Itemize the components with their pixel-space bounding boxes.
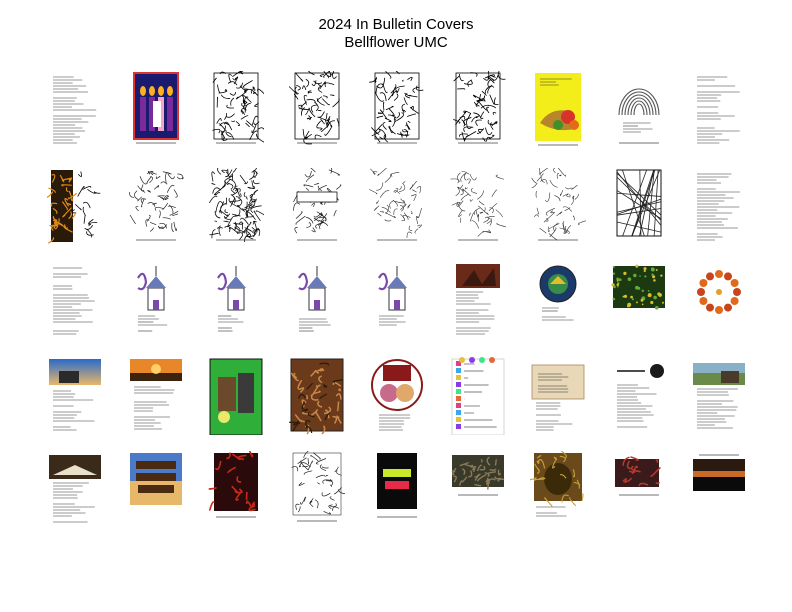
cover-thumbnail-image: [130, 453, 182, 505]
cover-thumbnail-image: [137, 266, 168, 332]
cover-thumbnail-image: [289, 358, 344, 435]
covers-grid: [0, 0, 792, 612]
bulletin-cover-34: [530, 357, 586, 435]
bulletin-cover-22: [289, 262, 345, 340]
cover-thumbnail-image: [531, 364, 585, 431]
bulletin-cover-18: [691, 168, 747, 246]
cover-thumbnail-image: [209, 168, 264, 243]
bulletin-cover-24: [450, 262, 506, 340]
bulletin-cover-25: [530, 262, 586, 340]
bulletin-cover-4: [289, 71, 345, 149]
cover-thumbnail-image: [451, 357, 505, 435]
bulletin-cover-10: [47, 168, 103, 246]
cover-thumbnail-image: [209, 358, 263, 435]
cover-thumbnail-image: [291, 451, 345, 522]
bulletin-cover-40: [289, 451, 345, 529]
bulletin-cover-12: [208, 168, 264, 246]
cover-thumbnail-image: [129, 170, 184, 241]
bulletin-cover-26: [611, 262, 667, 340]
bulletin-cover-31: [289, 357, 345, 435]
cover-thumbnail-image: [130, 359, 182, 430]
cover-thumbnail-image: [53, 267, 95, 335]
bulletin-cover-21: [208, 262, 264, 340]
cover-thumbnail-image: [693, 363, 745, 429]
bulletin-cover-9: [691, 71, 747, 149]
cover-thumbnail-image: [217, 266, 246, 332]
bulletin-cover-14: [369, 168, 425, 246]
bulletin-cover-5: [369, 71, 425, 149]
bulletin-cover-19: [47, 262, 103, 340]
bulletin-cover-15: [450, 168, 506, 246]
cover-thumbnail-image: [47, 170, 101, 244]
bulletin-cover-8: [611, 71, 667, 149]
cover-thumbnail-image: [693, 454, 745, 491]
bulletin-cover-39: [208, 451, 264, 529]
cover-thumbnail-image: [535, 73, 581, 146]
cover-thumbnail-image: [377, 453, 417, 518]
cover-thumbnail-image: [697, 173, 740, 241]
bulletin-cover-6: [450, 71, 506, 149]
cover-thumbnail-image: [49, 455, 101, 523]
cover-thumbnail-image: [378, 266, 407, 326]
cover-thumbnail-image: [697, 76, 740, 144]
cover-thumbnail-image: [49, 359, 101, 431]
cover-thumbnail-image: [293, 168, 342, 241]
bulletin-cover-38: [128, 451, 184, 529]
cover-thumbnail-image: [53, 76, 97, 144]
cover-thumbnail-image: [531, 168, 586, 241]
bulletin-cover-20: [128, 262, 184, 340]
bulletin-cover-37: [47, 451, 103, 529]
bulletin-cover-30: [208, 357, 264, 435]
cover-thumbnail-image: [456, 264, 500, 335]
bulletin-cover-45: [691, 451, 747, 529]
bulletin-cover-16: [530, 168, 586, 246]
cover-thumbnail-image: [133, 72, 179, 144]
cover-thumbnail-image: [212, 71, 264, 144]
cover-thumbnail-image: [298, 266, 331, 332]
cover-thumbnail-image: [208, 451, 258, 518]
cover-thumbnail-image: [369, 71, 424, 144]
bulletin-cover-32: [369, 357, 425, 435]
bulletin-cover-2: [128, 71, 184, 149]
cover-thumbnail-image: [453, 71, 506, 144]
cover-thumbnail-image: [539, 265, 577, 321]
bulletin-cover-13: [289, 168, 345, 246]
cover-thumbnail-image: [369, 168, 422, 241]
cover-thumbnail-image: [451, 455, 505, 496]
cover-thumbnail-image: [450, 170, 506, 241]
cover-thumbnail-image: [611, 264, 665, 310]
bulletin-cover-36: [691, 357, 747, 435]
bulletin-cover-43: [530, 451, 586, 529]
bulletin-cover-28: [47, 357, 103, 435]
bulletin-cover-41: [369, 451, 425, 529]
bulletin-cover-1: [47, 71, 103, 149]
cover-thumbnail-image: [617, 364, 664, 428]
bulletin-cover-44: [611, 451, 667, 529]
bulletin-cover-33: [450, 357, 506, 435]
bulletin-cover-17: [611, 168, 667, 246]
bulletin-cover-3: [208, 71, 264, 149]
bulletin-cover-7: [530, 71, 586, 149]
cover-thumbnail-image: [615, 456, 661, 496]
cover-thumbnail-image: [371, 359, 423, 431]
cover-thumbnail-image: [618, 88, 660, 144]
bulletin-cover-29: [128, 357, 184, 435]
bulletin-cover-27: [691, 262, 747, 340]
cover-thumbnail-image: [289, 71, 340, 145]
cover-thumbnail-image: [616, 169, 662, 237]
bulletin-cover-42: [450, 451, 506, 529]
bulletin-cover-35: [611, 357, 667, 435]
cover-thumbnail-image: [697, 270, 741, 314]
cover-thumbnail-image: [530, 451, 584, 517]
bulletin-cover-23: [369, 262, 425, 340]
bulletin-cover-11: [128, 168, 184, 246]
